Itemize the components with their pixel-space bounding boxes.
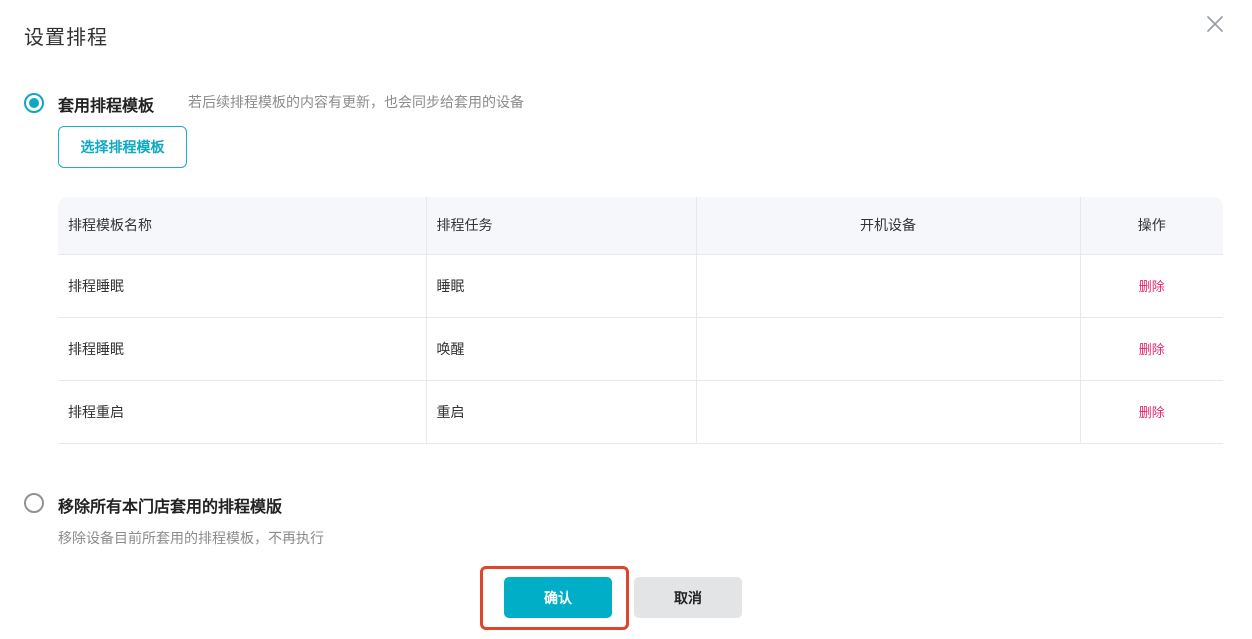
cell-device — [695, 317, 1080, 381]
cell-device — [695, 380, 1080, 444]
header-device: 开机设备 — [695, 197, 1080, 255]
cell-task: 唤醒 — [425, 317, 696, 381]
select-template-button[interactable]: 选择排程模板 — [58, 126, 187, 168]
remove-template-hint: 移除设备目前所套用的排程模板，不再执行 — [58, 531, 324, 547]
delete-link[interactable]: 删除 — [1139, 343, 1165, 358]
header-task: 排程任务 — [425, 197, 696, 255]
delete-link[interactable]: 删除 — [1139, 280, 1165, 295]
remove-template-radio[interactable] — [24, 493, 44, 513]
apply-template-radio[interactable] — [24, 93, 44, 113]
cell-template-name: 排程睡眠 — [58, 254, 426, 318]
cell-template-name: 排程重启 — [58, 380, 426, 444]
cell-task: 睡眠 — [425, 254, 696, 318]
cell-task: 重启 — [425, 380, 696, 444]
table-row: 排程睡眠 唤醒 删除 — [58, 317, 1223, 381]
table-row: 排程重启 重启 删除 — [58, 380, 1223, 444]
cancel-button[interactable]: 取消 — [634, 577, 742, 618]
remove-template-label[interactable]: 移除所有本门店套用的排程模版 — [58, 493, 282, 517]
table-header-row: 排程模板名称 排程任务 开机设备 操作 — [58, 197, 1223, 255]
schedule-table: 排程模板名称 排程任务 开机设备 操作 排程睡眠 睡眠 删除 排程睡眠 唤醒 删… — [58, 197, 1223, 444]
confirm-button[interactable]: 确认 — [504, 577, 612, 618]
header-action: 操作 — [1079, 197, 1223, 255]
dialog-title: 设置排程 — [24, 25, 108, 49]
delete-link[interactable]: 删除 — [1139, 406, 1165, 421]
cell-template-name: 排程睡眠 — [58, 317, 426, 381]
header-template-name: 排程模板名称 — [58, 197, 426, 255]
close-icon[interactable] — [1204, 13, 1226, 35]
table-row: 排程睡眠 睡眠 删除 — [58, 254, 1223, 318]
cell-device — [695, 254, 1080, 318]
apply-template-label[interactable]: 套用排程模板 — [58, 92, 154, 116]
apply-template-hint: 若后续排程模板的内容有更新，也会同步给套用的设备 — [188, 95, 524, 111]
